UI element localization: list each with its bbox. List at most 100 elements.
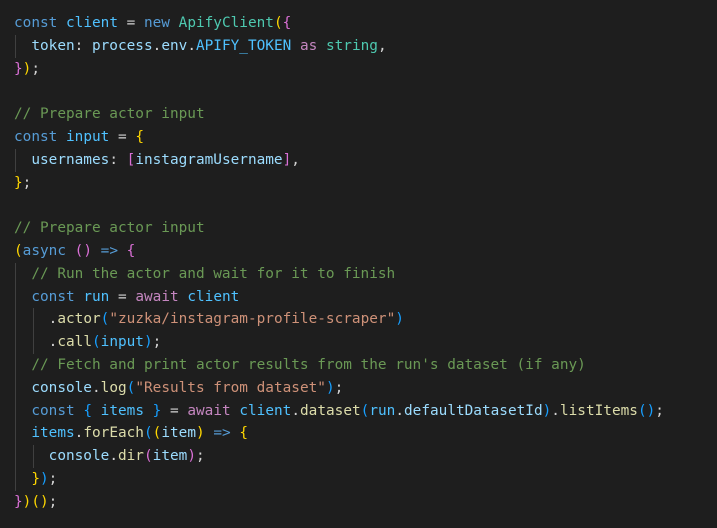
indent-guide xyxy=(15,467,16,491)
code-token: console xyxy=(31,379,92,396)
code-token: dataset xyxy=(300,402,361,419)
code-token: . xyxy=(187,37,196,54)
code-token: ( xyxy=(273,15,283,31)
code-line[interactable]: }; xyxy=(14,172,717,195)
code-token: . xyxy=(109,448,118,465)
code-token: ) xyxy=(187,448,196,465)
code-token: ; xyxy=(31,60,41,77)
code-area[interactable]: const client = new ApifyClient({ token: … xyxy=(14,12,717,514)
code-line[interactable]: // Prepare actor input xyxy=(14,103,717,126)
code-line[interactable]: console.dir(item); xyxy=(14,445,717,468)
code-token: = xyxy=(109,128,136,145)
code-token: ) xyxy=(195,425,205,442)
code-line[interactable] xyxy=(14,194,717,217)
code-token: . xyxy=(91,379,101,396)
code-token: client xyxy=(239,402,292,419)
code-token: APIFY_TOKEN xyxy=(195,37,292,54)
code-token: , xyxy=(291,151,300,168)
code-token: run xyxy=(83,288,110,305)
code-token: . xyxy=(395,402,404,419)
indent-guide xyxy=(15,445,16,468)
code-token: actor xyxy=(57,311,101,328)
code-token: ( xyxy=(14,242,23,259)
code-line[interactable]: .call(input); xyxy=(14,331,717,354)
code-line[interactable]: // Prepare actor input xyxy=(14,217,717,240)
code-token: = xyxy=(117,15,144,31)
code-token: input xyxy=(100,334,144,351)
code-line[interactable]: }); xyxy=(14,467,717,491)
code-line[interactable]: const input = { xyxy=(14,126,717,149)
code-token: const xyxy=(31,288,75,305)
code-token: const xyxy=(31,402,75,419)
code-line[interactable]: .actor("zuzka/instagram-profile-scraper"… xyxy=(14,308,717,332)
code-token: { xyxy=(239,425,248,442)
code-token: () xyxy=(74,242,92,259)
indent-guide xyxy=(15,376,16,400)
indent-guide xyxy=(15,353,16,377)
code-line[interactable]: const { items } = await client.dataset(r… xyxy=(14,399,717,423)
code-token: item xyxy=(152,448,188,465)
code-line[interactable]: // Fetch and print actor results from th… xyxy=(14,353,717,377)
indent-guide xyxy=(15,285,16,309)
code-line[interactable] xyxy=(14,80,717,103)
code-line[interactable]: })(); xyxy=(14,491,717,514)
code-token: usernames xyxy=(31,151,110,168)
code-token: } xyxy=(14,493,23,510)
code-line[interactable]: token: process.env.APIFY_TOKEN as string… xyxy=(14,34,717,58)
code-token: as xyxy=(299,37,318,54)
code-line[interactable]: usernames: [instagramUsername], xyxy=(14,148,717,172)
code-token: // Run the actor and wait for it to fini… xyxy=(31,265,396,282)
code-editor[interactable]: const client = new ApifyClient({ token: … xyxy=(0,0,717,528)
code-line[interactable]: }); xyxy=(14,58,717,81)
code-token: . xyxy=(152,37,162,54)
code-token: process xyxy=(91,37,153,54)
code-token: client xyxy=(66,15,118,31)
code-token: async xyxy=(22,242,66,259)
code-token: ApifyClient xyxy=(178,15,274,31)
code-line[interactable]: // Run the actor and wait for it to fini… xyxy=(14,262,717,286)
code-token: string xyxy=(325,37,378,54)
code-token: instagramUsername xyxy=(135,151,283,168)
indent-guide xyxy=(15,331,16,354)
code-token: ; xyxy=(655,402,664,419)
code-token: forEach xyxy=(83,425,144,442)
code-token: ) xyxy=(542,402,552,419)
code-line[interactable]: (async () => { xyxy=(14,240,717,263)
code-token: ; xyxy=(48,493,58,510)
code-token: const xyxy=(14,15,58,31)
code-token: => xyxy=(213,425,231,442)
indent-guide xyxy=(15,422,16,446)
code-token: ( xyxy=(143,425,153,442)
code-token: client xyxy=(187,288,240,305)
code-token: await xyxy=(135,288,179,305)
code-line[interactable]: const client = new ApifyClient({ xyxy=(14,12,717,35)
code-token: } xyxy=(31,470,40,487)
code-line[interactable]: console.log("Results from dataset"); xyxy=(14,376,717,400)
code-token: ; xyxy=(334,379,344,396)
code-token: . xyxy=(291,402,300,419)
code-line[interactable]: const run = await client xyxy=(14,285,717,309)
code-token: ( xyxy=(91,334,101,351)
code-token: { xyxy=(83,402,92,419)
code-token: call xyxy=(57,334,92,351)
code-token: => xyxy=(100,242,118,259)
indent-guide xyxy=(33,331,34,354)
indent-guide xyxy=(15,399,16,423)
code-line[interactable]: items.forEach((item) => { xyxy=(14,422,717,446)
code-token: await xyxy=(187,402,231,419)
code-token: env xyxy=(161,37,188,54)
